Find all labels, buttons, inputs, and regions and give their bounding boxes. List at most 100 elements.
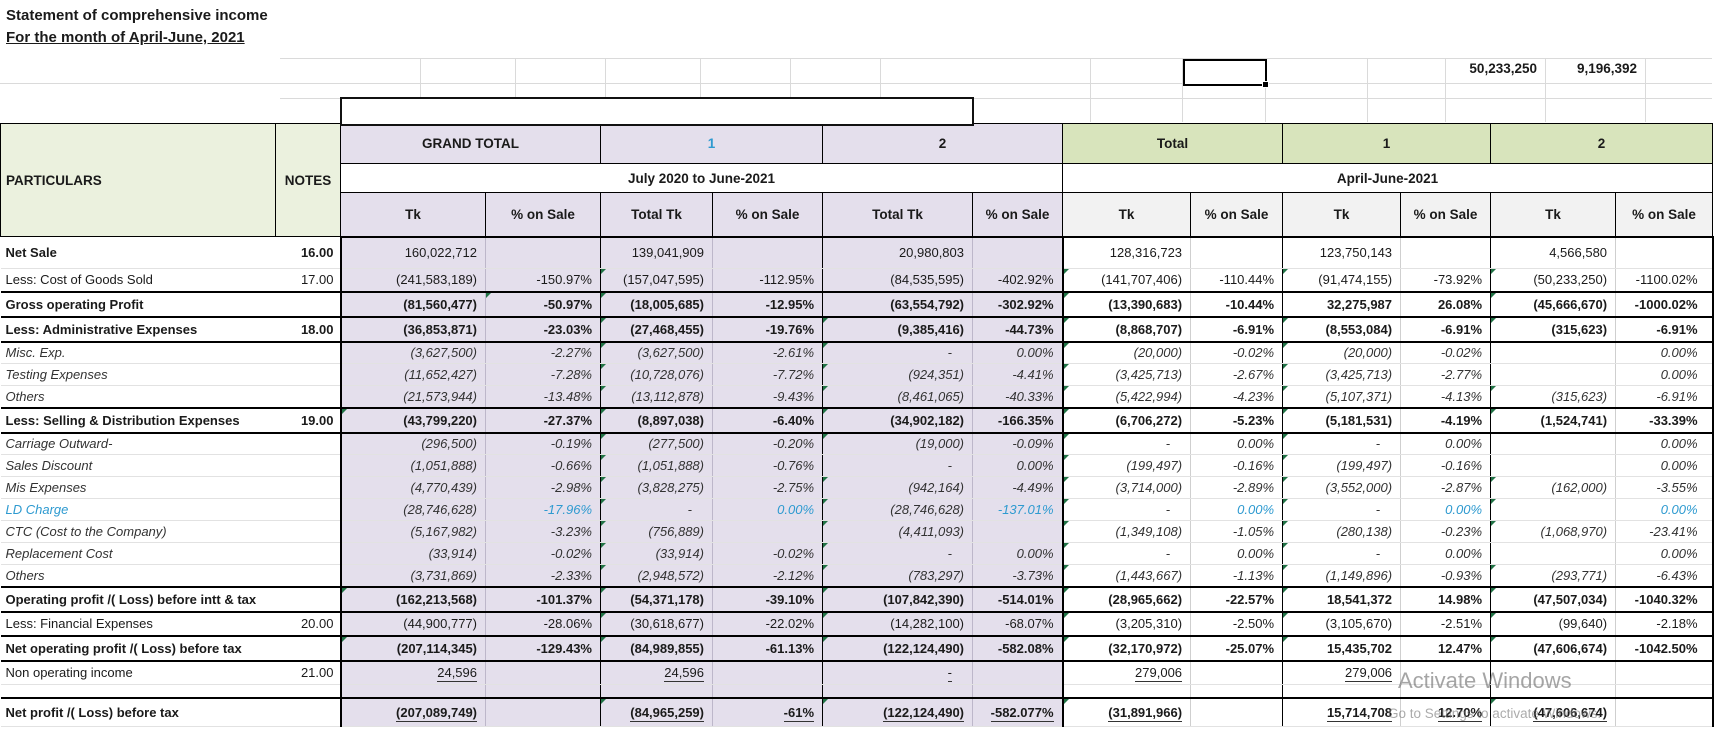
cell[interactable]: (33,914) <box>601 543 713 565</box>
period-band-right[interactable]: April-June-2021 <box>1063 164 1713 193</box>
cell[interactable] <box>713 661 823 685</box>
row-note[interactable] <box>276 636 341 661</box>
cell[interactable]: (924,351) <box>823 364 973 386</box>
cell[interactable]: -22.57% <box>1191 587 1283 612</box>
cell[interactable]: -2.75% <box>713 477 823 499</box>
cell[interactable]: - <box>1283 543 1401 565</box>
cell[interactable]: (81,560,477) <box>341 292 486 317</box>
row-note[interactable] <box>276 386 341 408</box>
cell[interactable]: - <box>601 499 713 521</box>
cell[interactable]: (20,000) <box>1063 342 1191 364</box>
cell[interactable]: (162,213,568) <box>341 587 486 612</box>
cell[interactable] <box>1491 342 1616 364</box>
cell[interactable]: 0.00% <box>1191 499 1283 521</box>
row-label[interactable]: Replacement Cost <box>1 543 276 565</box>
cell[interactable]: -23.03% <box>486 317 601 342</box>
cell[interactable] <box>1191 698 1283 727</box>
row-note[interactable] <box>276 342 341 364</box>
row-note[interactable]: 20.00 <box>276 612 341 636</box>
row-label[interactable]: Gross operating Profit <box>1 292 276 317</box>
cell[interactable]: (5,167,982) <box>341 521 486 543</box>
cell[interactable]: 0.00% <box>1616 364 1713 386</box>
cell[interactable]: -28.06% <box>486 612 601 636</box>
row-label[interactable]: Net profit /( Loss) before tax <box>1 698 276 727</box>
cell[interactable]: (3,205,310) <box>1063 612 1191 636</box>
cell[interactable]: (91,474,155) <box>1283 269 1401 292</box>
subheader-pct[interactable]: % on Sale <box>1401 193 1491 237</box>
cell[interactable]: -33.39% <box>1616 408 1713 433</box>
row-note[interactable]: 17.00 <box>276 269 341 292</box>
row-note[interactable] <box>276 477 341 499</box>
cell[interactable]: (3,627,500) <box>341 342 486 364</box>
cell[interactable]: (122,124,490) <box>823 698 973 727</box>
cell[interactable]: - <box>1063 499 1191 521</box>
section-header-grand-total[interactable]: GRAND TOTAL <box>341 124 601 164</box>
cell[interactable]: (199,497) <box>1283 455 1401 477</box>
row-note[interactable] <box>276 499 341 521</box>
cell[interactable]: -2.89% <box>1191 477 1283 499</box>
cell[interactable]: (84,535,595) <box>823 269 973 292</box>
cell[interactable]: 279,006 <box>1283 661 1401 685</box>
cell[interactable]: (99,640) <box>1491 612 1616 636</box>
cell[interactable]: (8,553,084) <box>1283 317 1401 342</box>
cell[interactable]: -50.97% <box>486 292 601 317</box>
cell[interactable]: -582.08% <box>973 636 1063 661</box>
cell[interactable] <box>1616 661 1713 685</box>
cell[interactable]: -3.55% <box>1616 477 1713 499</box>
cell[interactable]: -9.43% <box>713 386 823 408</box>
cell[interactable]: 0.00% <box>1616 433 1713 455</box>
cell[interactable]: (5,107,371) <box>1283 386 1401 408</box>
cell[interactable]: (141,707,406) <box>1063 269 1191 292</box>
cell[interactable]: -3.23% <box>486 521 601 543</box>
cell[interactable]: (21,573,944) <box>341 386 486 408</box>
cell[interactable]: (3,425,713) <box>1063 364 1191 386</box>
top-value-2[interactable]: 9,196,392 <box>1487 61 1637 76</box>
cell[interactable]: -166.35% <box>973 408 1063 433</box>
cell[interactable] <box>973 661 1063 685</box>
cell[interactable]: (199,497) <box>1063 455 1191 477</box>
subheader-pct[interactable]: % on Sale <box>486 193 601 237</box>
cell[interactable]: (34,902,182) <box>823 408 973 433</box>
cell[interactable]: (63,554,792) <box>823 292 973 317</box>
cell[interactable] <box>713 685 823 698</box>
subheader-pct[interactable]: % on Sale <box>1616 193 1713 237</box>
cell[interactable]: -0.23% <box>1401 521 1491 543</box>
cell[interactable]: -40.33% <box>973 386 1063 408</box>
cell[interactable]: 0.00% <box>1401 433 1491 455</box>
cell[interactable]: 14.98% <box>1401 587 1491 612</box>
cell[interactable] <box>1283 685 1401 698</box>
cell[interactable] <box>1191 237 1283 269</box>
cell[interactable]: (157,047,595) <box>601 269 713 292</box>
cell[interactable]: (36,853,871) <box>341 317 486 342</box>
cell[interactable] <box>601 685 713 698</box>
subheader-pct[interactable]: % on Sale <box>713 193 823 237</box>
cell[interactable]: (43,799,220) <box>341 408 486 433</box>
cell[interactable]: 18,541,372 <box>1283 587 1401 612</box>
cell[interactable]: (28,746,628) <box>341 499 486 521</box>
cell[interactable]: (84,989,855) <box>601 636 713 661</box>
cell[interactable]: -1042.50% <box>1616 636 1713 661</box>
row-note[interactable] <box>276 455 341 477</box>
cell[interactable]: (32,170,972) <box>1063 636 1191 661</box>
cell[interactable]: (277,500) <box>601 433 713 455</box>
cell[interactable]: -6.91% <box>1616 317 1713 342</box>
cell[interactable]: 15,435,702 <box>1283 636 1401 661</box>
cell[interactable] <box>713 237 823 269</box>
cell[interactable]: 279,006 <box>1063 661 1191 685</box>
cell[interactable]: (241,583,189) <box>341 269 486 292</box>
cell[interactable]: (293,771) <box>1491 565 1616 587</box>
cell[interactable]: -5.23% <box>1191 408 1283 433</box>
cell[interactable]: -137.01% <box>973 499 1063 521</box>
cell[interactable]: -6.91% <box>1401 317 1491 342</box>
cell[interactable]: -302.92% <box>973 292 1063 317</box>
cell[interactable]: -0.09% <box>973 433 1063 455</box>
cell[interactable]: (107,842,390) <box>823 587 973 612</box>
section-header-right-2[interactable]: 2 <box>1491 124 1713 164</box>
row-note[interactable] <box>276 543 341 565</box>
selected-cell[interactable] <box>1183 59 1267 86</box>
cell[interactable]: -0.02% <box>1401 342 1491 364</box>
cell[interactable]: -2.77% <box>1401 364 1491 386</box>
row-label[interactable]: Others <box>1 565 276 587</box>
cell[interactable]: (3,105,670) <box>1283 612 1401 636</box>
cell[interactable]: - <box>1063 433 1191 455</box>
